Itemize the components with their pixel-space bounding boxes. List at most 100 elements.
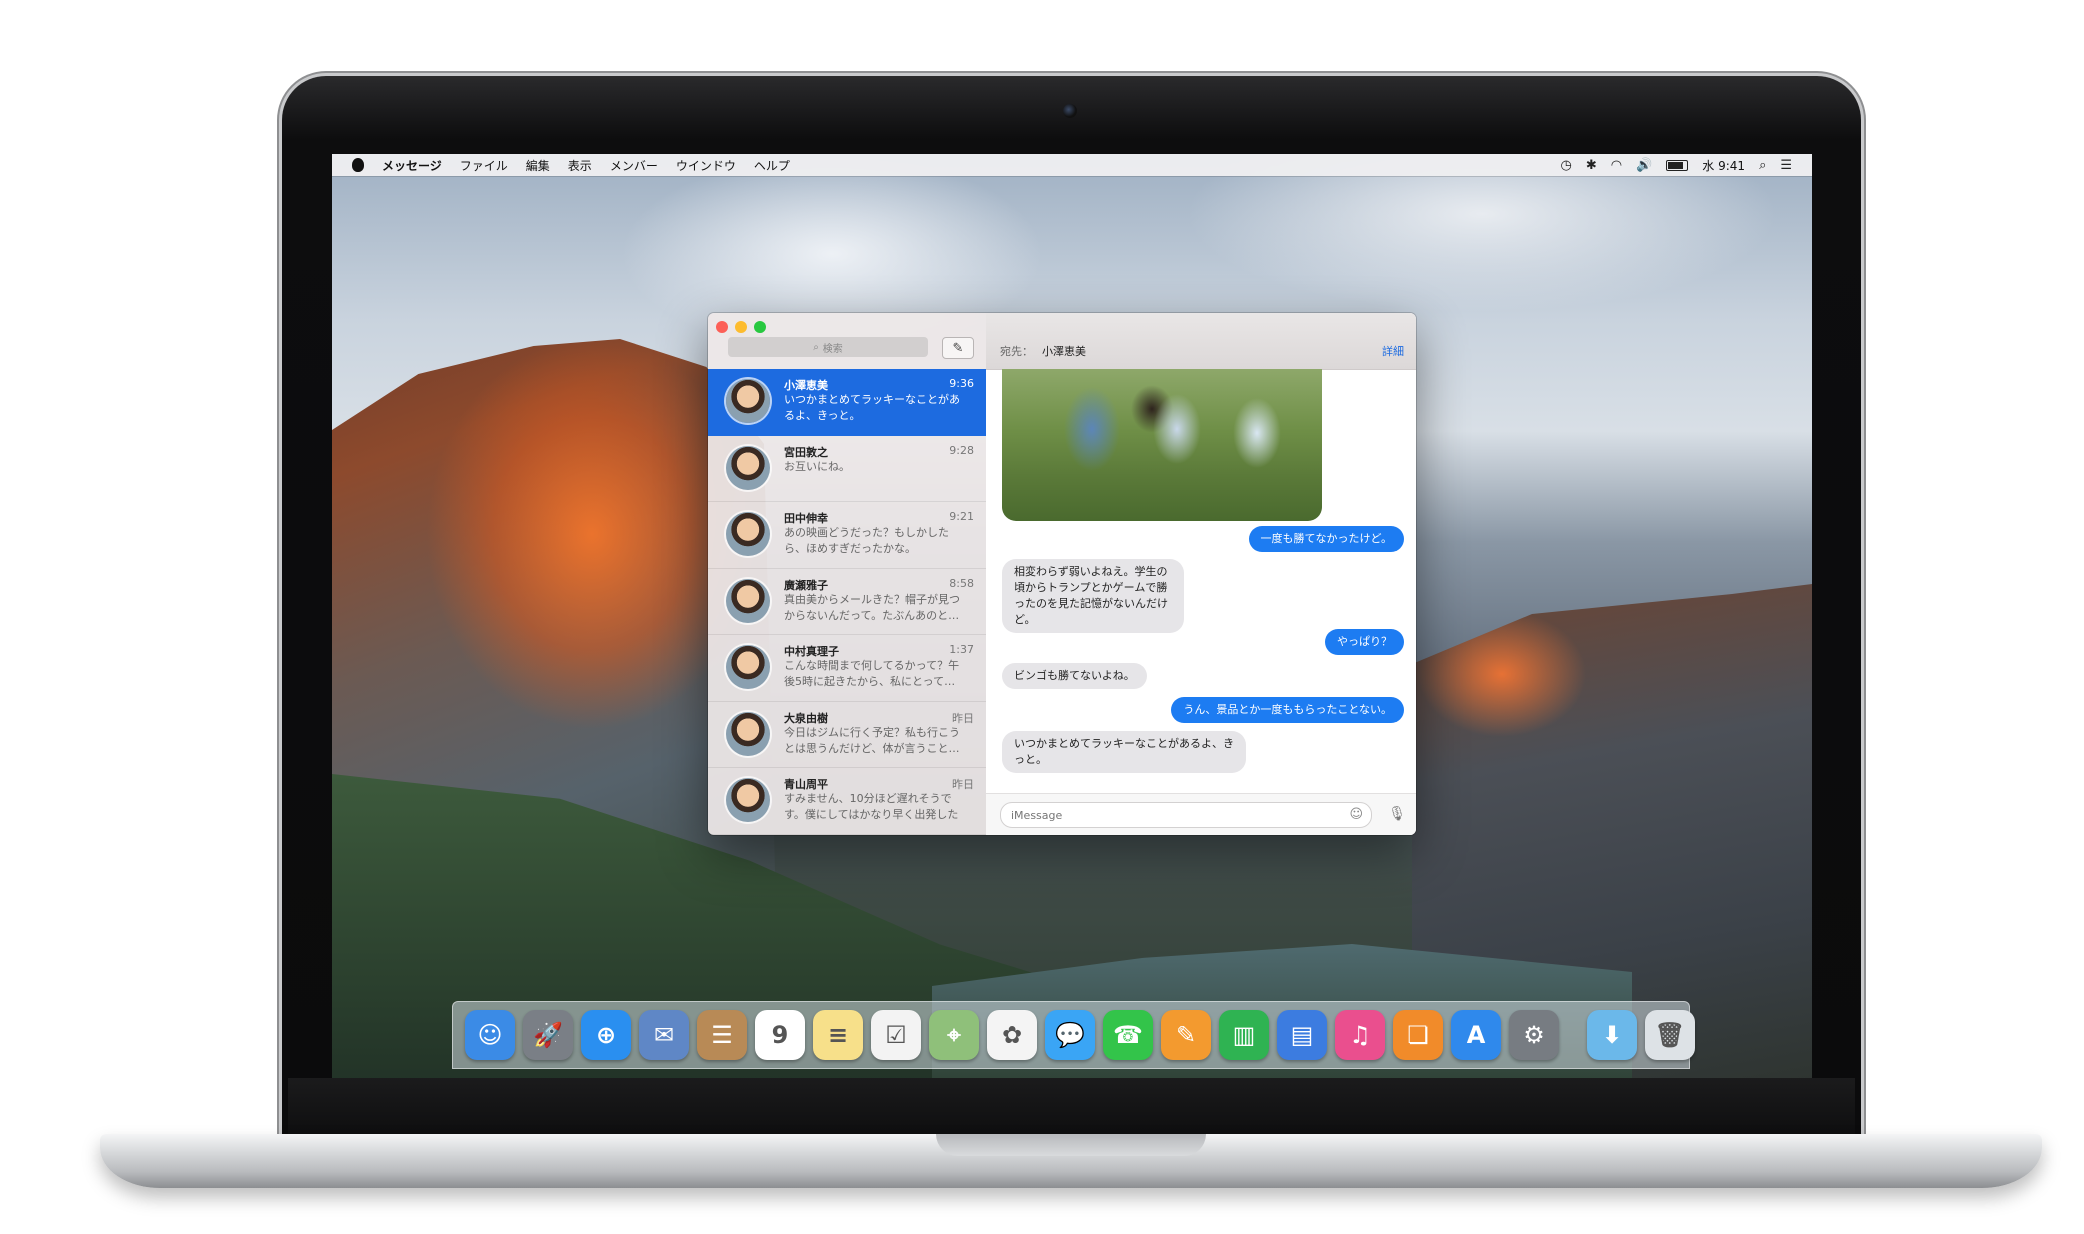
notification-center-icon[interactable]: ☰ [1780,158,1792,173]
avatar [726,512,770,556]
message-bubble-sent: やっぱり？ [1325,629,1404,655]
search-field[interactable]: ⌕ 検索 [728,337,928,357]
avatar [726,379,770,423]
safari-icon[interactable]: ⊕ [581,1010,631,1060]
apple-menu-icon[interactable] [352,158,364,172]
contact-name: 宮田敦之 [784,445,828,459]
notes-icon[interactable]: ≡ [813,1010,863,1060]
photos-icon[interactable]: ✿ [987,1010,1037,1060]
message-preview: お互いにね。 [784,459,850,473]
compose-icon: ✎ [952,340,964,356]
message-time: 8:58 [949,576,974,590]
pages-icon[interactable]: ✎ [1161,1010,1211,1060]
avatar [726,711,770,756]
numbers-icon[interactable]: ▥ [1219,1010,1269,1060]
app-store-icon[interactable]: A [1451,1010,1501,1060]
itunes-icon[interactable]: ♫ [1335,1010,1385,1060]
conversation-item[interactable]: 田中伸幸 9:21 あの映画どうだった？もしかしたら、ほめすぎだったかな。 [708,502,986,569]
dock: ☺ 🚀 ⊕ ✉ ☰ 9 ≡ ☑ ⌖ ✿ 💬 ☎ ✎ ▥ ▤ ♫ ❏ A ⚙ ⬇ 🗑 [452,1001,1695,1069]
search-placeholder: 検索 [822,343,843,355]
menu-edit[interactable]: 編集 [526,157,550,174]
launchpad-icon[interactable]: 🚀 [523,1010,573,1060]
calendar-icon[interactable]: 9 [755,1010,805,1060]
minimize-button[interactable] [735,321,747,333]
messages-icon[interactable]: 💬 [1045,1010,1095,1060]
message-preview: いつかまとめてラッキーなことがあるよ、きっと。 [784,393,960,422]
trash-icon[interactable]: 🗑 [1645,1010,1695,1060]
window-controls [716,321,766,333]
menu-buddies[interactable]: メンバー [610,157,658,174]
message-time: 1:37 [949,643,974,656]
contact-name: 青山周平 [784,778,828,791]
conversation-list: 小澤恵美 9:36 いつかまとめてラッキーなことがあるよ、きっと。 宮田敦之 9… [708,369,986,835]
message-preview: 今日はジムに行く予定？私も行こうとは思うんだけど、体が言うこと… [784,725,960,755]
finder-icon[interactable]: ☺ [465,1010,515,1060]
avatar [726,578,770,623]
contact-name: 中村真理子 [784,645,839,658]
contact-name: 廣瀬雅子 [784,578,828,592]
recipient-name[interactable]: 小澤恵美 [1042,343,1086,359]
camera [1063,104,1077,118]
conversation-item[interactable]: 宮田敦之 9:28 お互いにね。 [708,436,986,502]
menu-clock[interactable]: 水 9:41 [1702,157,1745,174]
message-preview: こんな時間まで何してるかって？午後5時に起きたから、私にとって… [784,659,960,688]
messages-window: ⌕ 検索 ✎ 小澤恵美 9:36 いつかまとめてラッキーなことがあるよ、きっと。… [708,313,1416,835]
details-button[interactable]: 詳細 [1382,343,1404,359]
battery-icon[interactable] [1666,159,1689,171]
message-input-bar: ☺ 🎙 [986,793,1416,835]
message-input-field[interactable]: ☺ [1000,802,1372,828]
laptop-notch [936,1134,1206,1156]
ibooks-icon[interactable]: ❏ [1393,1010,1443,1060]
wifi-icon[interactable]: ◠ [1611,158,1622,173]
menu-help[interactable]: ヘルプ [754,157,790,174]
message-bubble-received: いつかまとめてラッキーなことがあるよ、きっと。 [1002,731,1246,773]
reminders-icon[interactable]: ☑ [871,1010,921,1060]
close-button[interactable] [716,321,728,333]
contacts-icon[interactable]: ☰ [697,1010,747,1060]
chat-header: 宛先： 小澤恵美 詳細 [986,313,1416,370]
menu-window[interactable]: ウインドウ [676,157,736,174]
maps-icon[interactable]: ⌖ [929,1010,979,1060]
contact-name: 小澤恵美 [784,379,828,392]
laptop-bezel-bottom [288,1078,1855,1136]
message-bubble-received: 相変わらず弱いよねえ。学生の頃からトランプとかゲームで勝ったのを見た記憶がないん… [1002,559,1184,633]
mail-icon[interactable]: ✉ [639,1010,689,1060]
message-input[interactable] [1001,803,1333,827]
avatar [726,445,770,490]
message-time: 9:36 [949,377,974,390]
avatar [726,645,770,689]
time-machine-icon[interactable]: ◷ [1561,158,1572,173]
zoom-button[interactable] [754,321,766,333]
message-preview: あの映画どうだった？もしかしたら、ほめすぎだったかな。 [784,526,949,555]
menu-view[interactable]: 表示 [568,157,592,174]
conversation-sidebar: ⌕ 検索 ✎ 小澤恵美 9:36 いつかまとめてラッキーなことがあるよ、きっと。… [708,313,986,835]
conversation-item[interactable]: 小澤恵美 9:36 いつかまとめてラッキーなことがあるよ、きっと。 [708,369,986,436]
menu-file[interactable]: ファイル [460,157,508,174]
spotlight-icon[interactable]: ⌕ [1759,158,1766,173]
message-time: 9:28 [949,443,974,457]
contact-name: 田中伸幸 [784,512,828,525]
message-time: 昨日 [952,778,974,791]
menu-bar: メッセージ ファイル 編集 表示 メンバー ウインドウ ヘルプ ◷ ✱ ◠ 🔊 … [332,154,1812,176]
volume-icon[interactable]: 🔊 [1636,158,1652,173]
emoji-icon[interactable]: ☺ [1349,807,1363,822]
conversation-item[interactable]: 大泉由樹 昨日 今日はジムに行く予定？私も行こうとは思うんだけど、体が言うこと… [708,702,986,768]
conversation-item[interactable]: 中村真理子 1:37 こんな時間まで何してるかって？午後5時に起きたから、私にと… [708,635,986,702]
chat-pane: 宛先： 小澤恵美 詳細 一度も勝てなかったけど。 相変わらず弱いよねえ。学生の頃… [986,313,1416,835]
microphone-icon[interactable]: 🎙 [1388,806,1406,822]
message-time: 9:21 [949,510,974,523]
conversation-item[interactable]: 廣瀬雅子 8:58 真由美からメールきた？帽子が見つからないんだって。たぶんあの… [708,569,986,635]
keynote-icon[interactable]: ▤ [1277,1010,1327,1060]
shared-photo[interactable] [1002,369,1322,521]
message-bubble-received: ビンゴも勝てないよね。 [1002,663,1147,689]
system-preferences-icon[interactable]: ⚙ [1509,1010,1559,1060]
compose-button[interactable]: ✎ [942,337,974,359]
menu-app-name[interactable]: メッセージ [382,157,442,174]
bluetooth-icon[interactable]: ✱ [1586,158,1597,173]
downloads-folder-icon[interactable]: ⬇ [1587,1010,1637,1060]
facetime-icon[interactable]: ☎ [1103,1010,1153,1060]
message-preview: 真由美からメールきた？帽子が見つからないんだって。たぶんあのと… [784,592,960,622]
desktop: メッセージ ファイル 編集 表示 メンバー ウインドウ ヘルプ ◷ ✱ ◠ 🔊 … [332,154,1812,1078]
conversation-item[interactable]: 青山周平 昨日 すみません、10分ほど遅れそうです。僕にしてはかなり早く出発した… [708,768,986,835]
search-icon: ⌕ [813,341,819,353]
